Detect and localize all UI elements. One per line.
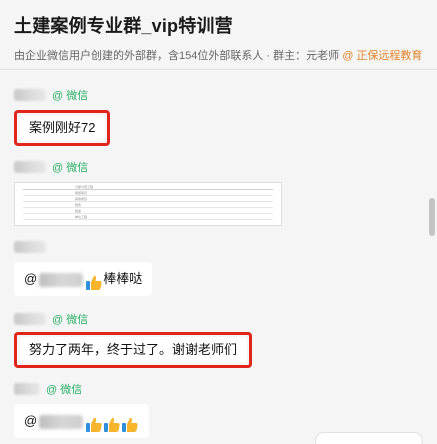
org-tag[interactable]: @ 正保远程教育: [342, 50, 422, 62]
chat-header: 土建案例专业群_vip特训营 由企业微信用户创建的外部群，含154位外部联系人 …: [0, 0, 437, 70]
wechat-source-label: @ 微信: [52, 314, 89, 326]
message-bubble[interactable]: @ 棒棒哒: [14, 262, 153, 296]
doc-divider: [23, 219, 273, 220]
mention-name-blurred[interactable]: [39, 272, 84, 287]
doc-cell: 税金: [75, 209, 82, 213]
message-item: @ 微信 案例刚好72: [14, 88, 111, 146]
doc-divider: [23, 207, 273, 208]
message-item: @ 微信 @: [14, 382, 150, 438]
message-bubble[interactable]: 案例刚好72: [19, 115, 106, 141]
doc-divider: [23, 213, 273, 214]
wechat-source-label: @ 微信: [52, 162, 89, 174]
floating-action-button[interactable]: [315, 432, 423, 444]
message-sender: @ 微信: [14, 312, 252, 326]
doc-cell: 其他项目: [75, 197, 88, 201]
message-bubble[interactable]: 努力了两年，终于过了。谢谢老师们: [19, 337, 248, 363]
wechat-source-label: @ 微信: [46, 384, 83, 396]
sender-name-blurred[interactable]: [14, 383, 40, 395]
doc-cell: 分部分项工程: [75, 185, 94, 189]
thumbs-up-icon: [121, 413, 139, 432]
doc-cell: 单位工程: [75, 215, 88, 219]
mention-name-blurred[interactable]: [39, 414, 84, 429]
thumbs-up-icon: [85, 271, 103, 290]
sender-name-blurred[interactable]: [14, 241, 46, 253]
message-bubble[interactable]: @: [14, 404, 150, 438]
group-description: 由企业微信用户创建的外部群，含154位外部联系人 · 群主：元老师: [14, 50, 340, 62]
message-sender: @ 微信: [14, 382, 149, 396]
group-title: 土建案例专业群_vip特训营: [14, 16, 233, 36]
sender-name-blurred[interactable]: [14, 313, 46, 325]
mention-at: @: [24, 271, 38, 286]
sender-name-blurred[interactable]: [14, 161, 46, 173]
group-subtitle: 由企业微信用户创建的外部群，含154位外部联系人 · 群主：元老师 @ 正保远程…: [14, 47, 423, 63]
doc-divider: [23, 201, 273, 202]
doc-divider: [23, 189, 273, 190]
highlight-box: 案例刚好72: [14, 110, 111, 146]
highlight-box: 努力了两年，终于过了。谢谢老师们: [14, 332, 253, 368]
sender-name-blurred[interactable]: [14, 89, 46, 101]
doc-cell: 措施项目: [75, 191, 88, 195]
thumbs-up-icon: [85, 413, 103, 432]
mention-at: @: [24, 413, 38, 428]
message-item: @ 微信 分部分项工程 措施项目 其他项目 规费 税金 单位工程: [14, 160, 282, 226]
message-list[interactable]: @ 微信 案例刚好72 @ 微信 分部分项工程 措施项目 其他项目 规费 税金 …: [0, 70, 437, 444]
message-sender: [14, 240, 152, 254]
bubble-wrap: @: [14, 404, 150, 438]
wechat-source-label: @ 微信: [52, 90, 89, 102]
doc-divider: [23, 195, 273, 196]
thumbs-up-icon: [103, 413, 121, 432]
message-item: @ 棒棒哒: [14, 240, 153, 296]
message-item: @ 微信 努力了两年，终于过了。谢谢老师们: [14, 312, 253, 368]
message-sender: @ 微信: [14, 88, 110, 102]
doc-cell: 规费: [75, 203, 82, 207]
document-image[interactable]: 分部分项工程 措施项目 其他项目 规费 税金 单位工程: [14, 182, 282, 226]
bubble-wrap: @ 棒棒哒: [14, 262, 153, 296]
scrollbar-thumb[interactable]: [429, 198, 435, 236]
message-sender: @ 微信: [14, 160, 282, 174]
message-text: 棒棒哒: [103, 271, 143, 286]
